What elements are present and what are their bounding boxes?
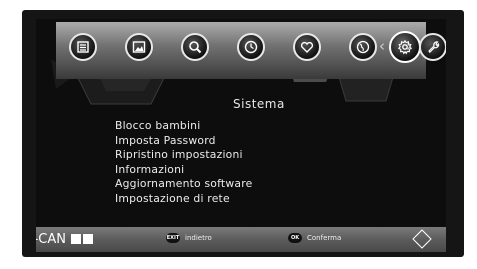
main-menu-bar: ‹: [56, 22, 426, 79]
wrench-icon: [428, 41, 440, 54]
menu-title: Sistema: [233, 97, 285, 111]
navigation-arrows-icon: [412, 229, 432, 249]
exit-label: indietro: [185, 234, 212, 242]
help-bar: i-CAN EXIT indietro OK Conferma: [36, 227, 446, 252]
menu-item-parental-lock[interactable]: Blocco bambini: [115, 119, 252, 134]
tools-icon[interactable]: [419, 33, 446, 61]
picture-icon: [132, 41, 146, 53]
scroll-right-icon[interactable]: ›: [406, 36, 412, 56]
brand-square-2: [83, 234, 93, 244]
timer-icon[interactable]: [237, 33, 265, 61]
menu-item-network-settings[interactable]: Impostazione di rete: [115, 192, 252, 207]
list-icon: [77, 41, 89, 53]
tv-bezel: ‹ › Sistema Blocco bambini Imposta Passw…: [22, 10, 464, 257]
scroll-left-icon[interactable]: ‹: [379, 36, 385, 56]
world-icon: [356, 40, 370, 54]
brand-square-1: [71, 234, 81, 244]
settings-icon[interactable]: [389, 31, 421, 63]
exit-key-icon[interactable]: EXIT: [166, 233, 180, 243]
magnifier-icon: [189, 41, 202, 54]
ok-label: Conferma: [307, 234, 342, 242]
menu-item-information[interactable]: Informazioni: [115, 163, 252, 178]
heart-icon: [300, 41, 314, 53]
menu-item-software-update[interactable]: Aggiornamento software: [115, 177, 252, 192]
search-icon[interactable]: [181, 33, 209, 61]
favorite-icon[interactable]: [293, 33, 321, 61]
ok-key-icon[interactable]: OK: [288, 233, 302, 243]
clock-icon: [244, 40, 258, 54]
globe-icon[interactable]: [349, 33, 377, 61]
media-icon[interactable]: [125, 33, 153, 61]
brand-logo: i-CAN: [36, 232, 66, 247]
settings-menu-list: Blocco bambini Imposta Password Ripristi…: [115, 119, 252, 207]
menu-item-factory-reset[interactable]: Ripristino impostazioni: [115, 148, 252, 163]
menu-screen: ‹ › Sistema Blocco bambini Imposta Passw…: [36, 19, 446, 252]
program-guide-icon[interactable]: [69, 33, 97, 61]
menu-item-set-password[interactable]: Imposta Password: [115, 134, 252, 149]
